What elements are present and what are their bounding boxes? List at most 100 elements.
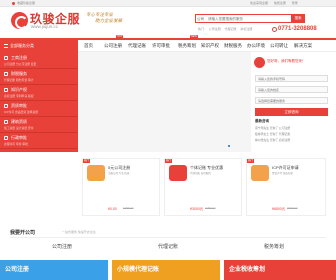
tab-company-registration[interactable]: 公司注册 <box>14 243 110 251</box>
tile-bookkeeping[interactable]: 小规模代理记账 <box>112 260 220 280</box>
consult-submit-button[interactable]: 立即咨询 <box>255 108 328 116</box>
sidebar-item-title: 行政审批 <box>11 135 27 140</box>
wallet-icon <box>4 72 8 76</box>
trademark-icon <box>4 88 8 92</box>
phone-field[interactable] <box>255 75 328 82</box>
avatar <box>254 57 265 68</box>
sidebar-item-title: 财税服务 <box>11 71 27 76</box>
building-icon <box>4 56 8 60</box>
main-nav: 全部服务分类 首页 公司注册 HOT 代理记账 许可审批 税务筹划 NEW 知识… <box>0 35 336 52</box>
sidebar-item-ip[interactable]: 知识产权 商标注册 专利申请 版权 <box>0 85 78 101</box>
sidebar-item-sub: 公司注册 分公司注册 变更 <box>4 62 37 66</box>
phone-icon <box>272 27 277 32</box>
stamp-icon <box>4 136 8 140</box>
hot-label: 热门: <box>198 27 205 31</box>
hero-banner[interactable] <box>78 52 251 152</box>
sidebar-item-business-registration[interactable]: 工商注册 公司注册 分公司注册 变更 <box>0 53 78 69</box>
card-price: ¥3000元 <box>190 207 204 211</box>
tile-company-registration[interactable]: 公司注册 <box>0 260 108 280</box>
news-item[interactable]: 柳州张先生 咨询了 商标注册 <box>255 138 290 142</box>
nav-item-bookkeeping[interactable]: 代理记账 <box>128 40 146 52</box>
sidebar-item-sub: 办理许可 年检 审批 <box>4 142 28 146</box>
nav-item-home[interactable]: 首页 <box>84 40 93 52</box>
category-menu-button[interactable]: 全部服务分类 <box>0 40 78 52</box>
hot-keywords: 热门: 公司注册 代理记账 商标注册 <box>198 27 255 31</box>
hot-keyword[interactable]: 代理记账 <box>225 27 237 31</box>
category-menu-label: 全部服务分类 <box>10 43 34 48</box>
card-ribbon: 热门 <box>83 159 91 163</box>
card-desc: 注册公司 专业 快速 <box>108 172 130 175</box>
sidebar-item-finance[interactable]: 财税服务 代理记账 税务筹划 审计 <box>0 69 78 85</box>
section-subtitle: 一站式服务 快速开办企业 <box>62 230 96 234</box>
search-category-select[interactable]: 公司 <box>197 16 204 22</box>
nav-item-licenses[interactable]: 许可审批 <box>152 40 170 52</box>
hot-badge: HOT <box>116 35 124 39</box>
slogan-line-2: 助力企业发展 <box>95 19 122 24</box>
product-card[interactable]: 热门 ICP许可证申请 经营许可 快速办理 ¥6800元 ¥9000.00 <box>246 158 326 216</box>
card-price: ¥0.00 <box>108 207 117 211</box>
nav-item-solutions[interactable]: 解决方案 <box>294 40 312 52</box>
tab-tax-planning[interactable]: 税务筹划 <box>226 243 322 251</box>
welcome-text: 欢迎来到企服 <box>250 1 269 5</box>
sidebar-item-sub: 施工资质 设计资质 安许 <box>4 126 34 130</box>
crane-icon <box>4 120 8 124</box>
sidebar-item-construction[interactable]: 建筑资质 施工资质 设计资质 安许 <box>0 117 78 133</box>
name-field[interactable] <box>255 86 328 93</box>
sidebar-item-sub: 商标注册 专利申请 版权 <box>4 94 34 98</box>
certificate-icon <box>4 104 8 108</box>
section-divider <box>10 237 326 238</box>
product-card[interactable]: 热门 0元公司注册 注册公司 专业 快速 ¥0.00 ¥1800.00 <box>82 158 160 216</box>
nav-item-transfer[interactable]: 公司转让 <box>270 40 288 52</box>
briefcase-icon <box>87 165 105 181</box>
category-sidebar: 工商注册 公司注册 分公司注册 变更 财税服务 代理记账 税务筹划 审计 知识产… <box>0 52 78 152</box>
nav-item-office[interactable]: 办公环境 <box>247 40 265 52</box>
sidebar-item-title: 知识产权 <box>11 87 27 92</box>
section-title: 我要开公司 <box>10 230 36 236</box>
sidebar-item-title: 资质审批 <box>11 103 27 108</box>
search-box: 公司 搜索 <box>195 14 305 23</box>
card-old-price: ¥9000.00 <box>287 207 298 210</box>
document-icon <box>251 165 269 181</box>
news-item[interactable]: 桂林李女士 咨询了 代理记账 <box>255 132 290 136</box>
news-item[interactable]: 南宁周先生 咨询了 公司注册 <box>255 126 290 130</box>
carousel-dot[interactable] <box>228 145 230 147</box>
card-old-price: ¥1800.00 <box>123 207 134 210</box>
news-title: 最新咨询 <box>255 119 269 123</box>
search-button[interactable]: 搜索 <box>291 14 305 23</box>
search-input[interactable] <box>208 16 288 22</box>
slogan: 专心专注专业 助力企业发展 <box>86 13 132 31</box>
nav-item-company-registration[interactable]: 公司注册 <box>104 40 122 52</box>
service-select[interactable] <box>255 97 328 104</box>
login-link[interactable]: 登录 <box>292 1 298 5</box>
card-ribbon: 热门 <box>247 159 255 163</box>
sidebar-item-title: 建筑资质 <box>11 119 27 124</box>
menu-icon <box>4 44 8 48</box>
sidebar-item-qualification[interactable]: 资质审批 ICP许可 食品经营 建筑资质 <box>0 101 78 117</box>
hot-keyword[interactable]: 公司注册 <box>209 27 221 31</box>
top-links: 欢迎来到企服 免费注册 登录 <box>250 1 303 5</box>
sidebar-item-administrative[interactable]: 行政审批 办理许可 年检 审批 <box>0 133 78 149</box>
favorite-link[interactable]: 收藏玖骏企服 <box>17 1 35 5</box>
card-ribbon: 热门 <box>165 159 173 163</box>
card-price: ¥6800元 <box>272 207 286 211</box>
sidebar-item-title: 工商注册 <box>11 55 27 60</box>
new-badge: NEW <box>190 35 198 39</box>
hot-keyword[interactable]: 商标注册 <box>240 27 252 31</box>
nav-item-finance[interactable]: 财税服务 <box>224 40 242 52</box>
top-bar: 收藏玖骏企服 欢迎来到企服 免费注册 登录 <box>0 0 336 7</box>
nav-item-tax-planning[interactable]: 税务筹划 <box>178 40 196 52</box>
tab-bookkeeping[interactable]: 代理记账 <box>120 243 216 251</box>
logo-icon[interactable] <box>11 12 28 29</box>
phone-number: 0771-3208808 <box>278 26 317 32</box>
register-link[interactable]: 免费注册 <box>274 1 286 5</box>
sidebar-item-sub: ICP许可 食品经营 建筑资质 <box>4 110 39 114</box>
favorite-icon[interactable] <box>12 1 15 5</box>
card-desc: 经营许可 快速办理 <box>272 172 293 175</box>
logo-url: www.jiujun.cc <box>31 24 59 29</box>
nav-item-ip[interactable]: 知识产权 <box>201 40 219 52</box>
panel-welcome: 您好呀，我们等着您来！ <box>267 59 306 63</box>
calculator-icon <box>169 165 187 181</box>
tile-tax-planning[interactable]: 企业税收筹划 <box>224 260 336 280</box>
card-old-price: ¥4800.00 <box>205 207 216 210</box>
product-card[interactable]: 热门 个体记账 专业优惠 代理记账 每月报税 ¥3000元 ¥4800.00 <box>164 158 242 216</box>
